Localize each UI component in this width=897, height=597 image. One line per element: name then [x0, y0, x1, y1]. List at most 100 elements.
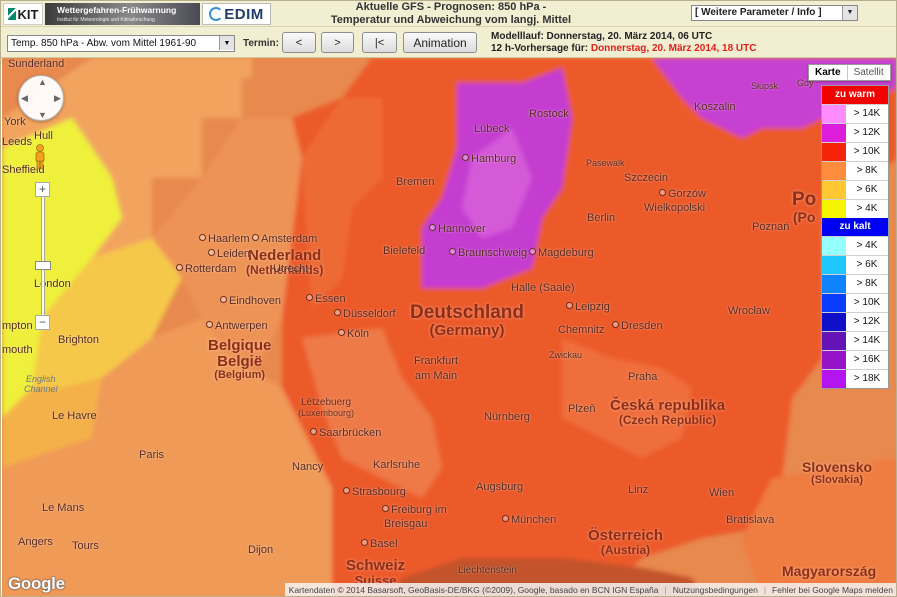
legend-swatch [822, 294, 846, 312]
legend-label: > 6K [856, 259, 878, 270]
first-step-button[interactable]: |< [362, 32, 397, 53]
legend-row-cold: > 10K [822, 293, 888, 312]
attribution-separator: | [664, 585, 667, 595]
legend-row-cold: > 16K [822, 350, 888, 369]
city-label: Essen [306, 293, 346, 305]
city-label: Praha [628, 371, 658, 383]
chevron-down-icon[interactable]: ▼ [219, 36, 234, 50]
zoom-slider-handle[interactable] [35, 261, 51, 270]
city-label: Hamburg [462, 153, 516, 165]
chevron-down-icon[interactable]: ▼ [842, 6, 857, 20]
legend: zu warm > 14K > 12K > 10K > 8K > 6K > 4K zu k… [821, 85, 889, 389]
map-type-satellit-button[interactable]: Satellit [848, 65, 890, 80]
legend-label: > 14K [853, 335, 881, 346]
field-select[interactable]: Temp. 850 hPa - Abw. vom Mittel 1961-90 … [7, 35, 235, 52]
city-label: Antwerpen [206, 320, 268, 332]
legend-swatch [822, 162, 846, 180]
pan-up-icon[interactable]: ▲ [38, 77, 47, 87]
legend-row-cold: > 6K [822, 255, 888, 274]
city-label: Saarbrücken [310, 427, 381, 439]
city-label: Haarlem [199, 233, 250, 245]
previous-step-button[interactable]: < [282, 32, 316, 53]
parameter-select[interactable]: [ Weitere Parameter / Info ] ▼ [691, 5, 858, 21]
zoom-out-button[interactable]: − [35, 315, 50, 330]
city-label: mpton [2, 320, 33, 332]
wettergefahren-logo-subtitle: Institut für Meteorologie und Klimaforsc… [57, 17, 155, 23]
attribution-text: Kartendaten © 2014 Basarsoft, GeoBasis-D… [288, 585, 659, 595]
city-label: Strasbourg [343, 486, 406, 498]
city-label: Bielefeld [383, 245, 426, 257]
legend-row-cold: > 14K [822, 331, 888, 350]
legend-swatch [822, 124, 846, 142]
city-label: London [34, 278, 71, 290]
city-label: Köln [338, 328, 369, 340]
kit-logo[interactable]: KIT [3, 3, 43, 25]
map-type-karte-button[interactable]: Karte [809, 65, 848, 80]
city-label: Hull [34, 130, 53, 142]
model-run-text: Modelllauf: Donnerstag, 20. März 2014, 0… [491, 31, 713, 42]
city-label: Gorzów [659, 188, 706, 200]
legend-row-warm: > 8K [822, 161, 888, 180]
country-label-austria: Österreich (Austria) [588, 527, 664, 557]
legend-label: > 4K [856, 203, 878, 214]
legend-warm-rows: > 14K > 12K > 10K > 8K > 6K > 4K [822, 104, 888, 218]
country-label-czech: Česká republika (Czech Republic) [610, 397, 726, 427]
city-label: Koszalin [694, 101, 736, 113]
legend-label: > 12K [853, 127, 881, 138]
pan-control[interactable]: ▲ ▼ ◀ ▶ [18, 75, 64, 121]
legend-label: > 14K [853, 108, 881, 119]
country-label-luxembourg: Lëtzebuerg (Luxembourg) [298, 397, 355, 418]
legend-label: > 16K [853, 354, 881, 365]
legend-swatch [822, 143, 846, 161]
city-label: Halle (Saale) [511, 282, 575, 294]
map-attribution: Kartendaten © 2014 Basarsoft, GeoBasis-D… [284, 583, 896, 596]
legend-label: > 18K [853, 373, 881, 384]
city-label: York [4, 116, 26, 128]
legend-row-cold: > 18K [822, 369, 888, 388]
cedim-logo[interactable]: EDIM [202, 3, 271, 25]
country-label-hungary: Magyarország [782, 563, 877, 579]
city-label: mouth [2, 344, 33, 356]
city-label: Freiburg im [382, 504, 447, 516]
forecast-text: 12 h-Vorhersage für: Donnerstag, 20. Mär… [491, 43, 756, 55]
legend-swatch [822, 256, 846, 274]
map-canvas[interactable]: Deutschland (Germany) Nederland (Netherlan… [2, 58, 896, 596]
city-label: Linz [628, 484, 649, 496]
parameter-select-value: [ Weitere Parameter / Info ] [695, 7, 822, 18]
pegman-icon[interactable] [33, 144, 47, 170]
page-title: Aktuelle GFS - Prognosen: 850 hPa - Temp… [301, 1, 601, 26]
city-label: Braunschweig [449, 247, 527, 259]
legend-row-warm: > 4K [822, 199, 888, 218]
city-label: Paris [139, 449, 165, 461]
city-label: am Main [415, 370, 458, 382]
legend-swatch [822, 332, 846, 350]
pan-down-icon[interactable]: ▼ [38, 110, 47, 120]
next-step-button[interactable]: > [321, 32, 354, 53]
wettergefahren-logo[interactable]: Wettergefahren-Frühwarnung Institut für … [45, 3, 200, 25]
pan-right-icon[interactable]: ▶ [54, 93, 61, 104]
city-label: Lübeck [474, 123, 510, 135]
city-label: Rotterdam [176, 263, 236, 275]
city-label: Nürnberg [484, 411, 530, 423]
zoom-in-button[interactable]: + [35, 182, 50, 197]
termin-label: Termin: [243, 38, 279, 49]
legend-row-cold: > 4K [822, 236, 888, 255]
wettergefahren-logo-title: Wettergefahren-Frühwarnung [57, 5, 177, 15]
pan-left-icon[interactable]: ◀ [21, 93, 28, 104]
header-bar: KIT Wettergefahren-Frühwarnung Institut … [1, 1, 896, 27]
city-label: Düsseldorf [334, 308, 396, 320]
city-label: Plzeň [568, 403, 596, 415]
city-label: Leipzig [566, 301, 610, 313]
city-label: Karlsruhe [373, 459, 421, 471]
terms-link[interactable]: Nutzungsbedingungen [673, 583, 758, 596]
legend-label: > 8K [856, 278, 878, 289]
legend-row-cold: > 12K [822, 312, 888, 331]
animation-button[interactable]: Animation [403, 32, 477, 53]
report-error-link[interactable]: Fehler bei Google Maps melden [772, 583, 893, 596]
legend-warm-title: zu warm [822, 86, 888, 104]
city-label: Augsburg [476, 481, 524, 493]
zoom-slider-track[interactable] [41, 184, 45, 318]
google-logo[interactable]: Google [8, 574, 65, 594]
city-label: Liechtenstein [458, 565, 517, 576]
city-label: Wielkopolski [644, 202, 706, 214]
